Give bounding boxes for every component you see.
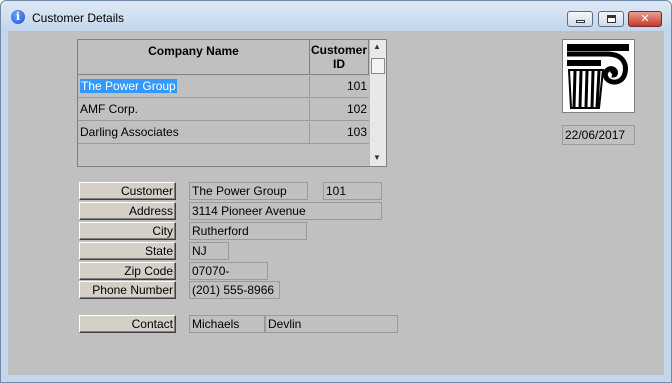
form-area: Company Name Customer ID The Power Group… xyxy=(8,31,664,375)
maximize-icon xyxy=(607,15,616,23)
close-icon: ✕ xyxy=(640,12,650,25)
phone-number-field[interactable]: (201) 555-8966 xyxy=(189,281,280,299)
address-field[interactable]: 3114 Pioneer Avenue xyxy=(189,202,382,220)
state-field[interactable]: NJ xyxy=(189,242,229,260)
company-cell[interactable]: The Power Group xyxy=(78,76,310,98)
info-icon: i xyxy=(11,10,25,24)
state-button[interactable]: State xyxy=(79,242,176,260)
contact-last-name-field[interactable]: Devlin xyxy=(265,315,398,333)
customer-id-field[interactable]: 101 xyxy=(323,182,382,200)
customer-id-cell[interactable]: 103 xyxy=(310,122,369,144)
window-title: Customer Details xyxy=(32,11,125,25)
scroll-thumb[interactable] xyxy=(371,58,385,74)
company-logo xyxy=(562,39,635,113)
customer-name-field[interactable]: The Power Group xyxy=(189,182,308,200)
scroll-up-icon[interactable]: ▲ xyxy=(373,42,381,51)
customer-button[interactable]: Customer xyxy=(79,182,176,200)
customer-id-cell[interactable]: 102 xyxy=(310,99,369,121)
company-cell[interactable]: AMF Corp. xyxy=(78,99,310,121)
table-row[interactable]: Darling Associates 103 xyxy=(78,122,369,145)
address-button[interactable]: Address xyxy=(79,202,176,220)
city-field[interactable]: Rutherford xyxy=(189,222,307,240)
column-header-id-line2: ID xyxy=(333,57,345,71)
minimize-icon xyxy=(576,20,585,23)
zip-code-button[interactable]: Zip Code xyxy=(79,262,176,280)
column-capital-logo xyxy=(567,44,629,109)
phone-number-button[interactable]: Phone Number xyxy=(79,281,176,299)
company-name: The Power Group xyxy=(80,79,177,93)
customer-id-cell[interactable]: 101 xyxy=(310,76,369,98)
title-bar[interactable]: i Customer Details ✕ xyxy=(1,1,671,31)
scroll-down-icon[interactable]: ▼ xyxy=(373,153,381,162)
maximize-button[interactable] xyxy=(598,11,624,27)
zip-code-field[interactable]: 07070- xyxy=(189,262,268,280)
city-button[interactable]: City xyxy=(79,222,176,240)
column-header-company[interactable]: Company Name xyxy=(78,40,310,75)
company-cell[interactable]: Darling Associates xyxy=(78,122,310,144)
customer-details-window: i Customer Details ✕ Company Name Custom… xyxy=(0,0,672,383)
grid-scrollbar[interactable]: ▲ ▼ xyxy=(369,40,386,166)
close-button[interactable]: ✕ xyxy=(628,11,662,27)
contact-button[interactable]: Contact xyxy=(79,315,176,333)
minimize-button[interactable] xyxy=(567,11,593,27)
column-header-id-line1: Customer xyxy=(310,43,367,57)
table-row[interactable]: The Power Group 101 xyxy=(78,76,369,99)
date-display: 22/06/2017 xyxy=(562,125,635,145)
column-header-customer-id[interactable]: Customer ID xyxy=(310,40,369,75)
table-row[interactable]: AMF Corp. 102 xyxy=(78,99,369,122)
contact-first-name-field[interactable]: Michaels xyxy=(189,315,265,333)
customer-grid[interactable]: Company Name Customer ID The Power Group… xyxy=(77,39,387,167)
